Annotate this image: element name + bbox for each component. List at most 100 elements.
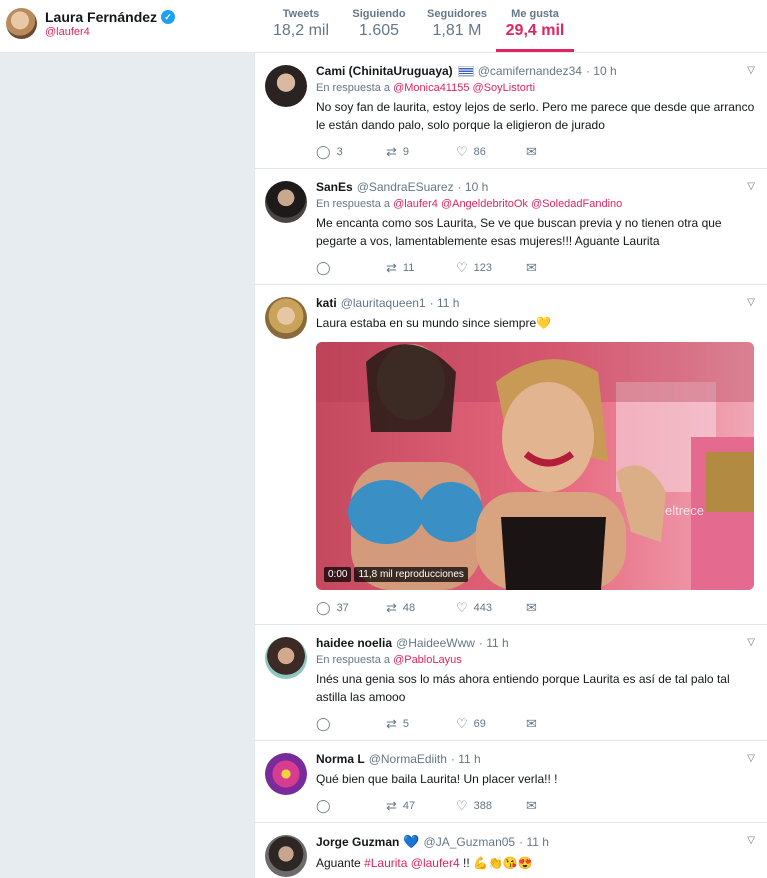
envelope-icon: ✉ xyxy=(526,144,537,159)
reply-button[interactable]: ◯ xyxy=(316,260,386,276)
hashtag-link[interactable]: #Laurita xyxy=(364,856,407,870)
tweet-item[interactable]: Cami (ChinitaUruguaya) @camifernandez34 … xyxy=(255,53,767,169)
avatar[interactable] xyxy=(265,637,307,679)
tweet-timestamp[interactable]: · 11 h xyxy=(479,636,509,650)
direct-message-button[interactable]: ✉ xyxy=(526,716,543,732)
avatar[interactable] xyxy=(265,181,307,223)
direct-message-button[interactable]: ✉ xyxy=(526,798,543,814)
tweet-item[interactable]: SanEs @SandraESuarez · 10 h ▽ En respues… xyxy=(255,169,767,285)
profile-handle: @laufer4 xyxy=(45,26,90,38)
tab-likes[interactable]: Me gusta 29,4 mil xyxy=(496,8,574,52)
tweet-author-handle[interactable]: @SandraESuarez xyxy=(357,180,454,194)
chevron-down-icon[interactable]: ▽ xyxy=(747,753,755,764)
retweet-button[interactable]: ⇄ 47 xyxy=(386,798,456,814)
retweet-button[interactable]: ⇄ 48 xyxy=(386,600,456,616)
tweet-author-name[interactable]: SanEs xyxy=(316,180,353,194)
tweet-item[interactable]: Norma L @NormaEdiith · 11 h ▽ Qué bien q… xyxy=(255,741,767,823)
chevron-down-icon[interactable]: ▽ xyxy=(747,181,755,192)
tweet-author-name[interactable]: Cami (ChinitaUruguaya) xyxy=(316,64,453,78)
direct-message-button[interactable]: ✉ xyxy=(526,600,543,616)
reply-button[interactable]: ◯ xyxy=(316,716,386,732)
chevron-down-icon[interactable]: ▽ xyxy=(747,637,755,648)
reply-button[interactable]: ◯ xyxy=(316,798,386,814)
video-timestamp: 0:00 xyxy=(324,567,352,582)
retweet-icon: ⇄ xyxy=(386,144,397,159)
chevron-down-icon[interactable]: ▽ xyxy=(747,297,755,308)
tweet-item[interactable]: haidee noelia @HaideeWww · 11 h ▽ En res… xyxy=(255,625,767,741)
reply-icon: ◯ xyxy=(316,798,331,813)
profile-name: Laura Fernández xyxy=(45,9,158,25)
tweet-author-name[interactable]: Norma L xyxy=(316,752,365,766)
tweet-text: Inés una genia sos lo más ahora entiendo… xyxy=(316,672,730,704)
tweet-actions: ◯ ⇄ 11 ♡ 123 ✉ xyxy=(316,260,755,276)
tweet-author-handle[interactable]: @camifernandez34 xyxy=(478,64,582,78)
avatar[interactable] xyxy=(265,297,307,339)
retweet-icon: ⇄ xyxy=(386,798,397,813)
mention-link[interactable]: @PabloLayus xyxy=(393,654,462,666)
tweet-timestamp[interactable]: · 10 h xyxy=(458,180,489,194)
tweet-author-name[interactable]: kati xyxy=(316,296,337,310)
tweet-text: Me encanta como sos Laurita, Se ve que b… xyxy=(316,216,722,248)
reply-icon: ◯ xyxy=(316,260,331,275)
avatar[interactable] xyxy=(265,65,307,107)
profile-header: Laura Fernández ✓ @laufer4 Tweets 18,2 m… xyxy=(0,0,767,53)
like-button[interactable]: ♡ 86 xyxy=(456,144,526,160)
like-button[interactable]: ♡ 69 xyxy=(456,716,526,732)
retweet-button[interactable]: ⇄ 11 xyxy=(386,260,456,276)
avatar[interactable] xyxy=(265,835,307,877)
tweet-author-name[interactable]: haidee noelia xyxy=(316,636,392,650)
mention-link[interactable]: @laufer4 xyxy=(393,198,438,210)
video-player[interactable]: eltrece 0:00 11,8 mil reproducciones xyxy=(316,342,754,590)
reply-button[interactable]: ◯ 3 xyxy=(316,144,386,160)
tweet-author-handle[interactable]: @HaideeWww xyxy=(396,636,475,650)
avatar[interactable] xyxy=(265,753,307,795)
video-info: 0:00 11,8 mil reproducciones xyxy=(324,567,471,582)
verified-badge-icon: ✓ xyxy=(161,10,176,24)
tweet-author-name[interactable]: Jorge Guzman xyxy=(316,835,399,849)
tweet-text: No soy fan de laurita, estoy lejos de se… xyxy=(316,100,755,132)
direct-message-button[interactable]: ✉ xyxy=(526,260,543,276)
retweet-button[interactable]: ⇄ 9 xyxy=(386,144,456,160)
tweet-timestamp[interactable]: · 11 h xyxy=(519,835,549,849)
like-button[interactable]: ♡ 123 xyxy=(456,260,526,276)
profile-stats: Tweets 18,2 mil Siguiendo 1.605 Seguidor… xyxy=(262,8,574,52)
like-button[interactable]: ♡ 388 xyxy=(456,798,526,814)
envelope-icon: ✉ xyxy=(526,798,537,813)
tweet-author-handle[interactable]: @lauritaqueen1 xyxy=(341,296,426,310)
envelope-icon: ✉ xyxy=(526,260,537,275)
blue-heart-icon: 💙 xyxy=(403,834,420,849)
tweet-author-handle[interactable]: @NormaEdiith xyxy=(369,752,447,766)
tweet-timestamp[interactable]: · 11 h xyxy=(451,752,481,766)
tab-followers[interactable]: Seguidores 1,81 M xyxy=(418,8,496,52)
avatar[interactable] xyxy=(6,8,37,39)
like-button[interactable]: ♡ 443 xyxy=(456,600,526,616)
tweet-item[interactable]: Jorge Guzman 💙 @JA_Guzman05 · 11 h ▽ Agu… xyxy=(255,823,767,878)
tab-tweets[interactable]: Tweets 18,2 mil xyxy=(262,8,340,52)
retweet-button[interactable]: ⇄ 5 xyxy=(386,716,456,732)
reply-button[interactable]: ◯ 37 xyxy=(316,600,386,616)
tweet-timeline[interactable]: Cami (ChinitaUruguaya) @camifernandez34 … xyxy=(254,53,767,878)
tweet-timestamp[interactable]: · 10 h xyxy=(586,64,617,78)
retweet-icon: ⇄ xyxy=(386,716,397,731)
profile-summary[interactable]: Laura Fernández ✓ @laufer4 xyxy=(6,8,176,39)
tab-following[interactable]: Siguiendo 1.605 xyxy=(340,8,418,52)
direct-message-button[interactable]: ✉ xyxy=(526,144,543,160)
tweet-text: Qué bien que baila Laurita! Un placer ve… xyxy=(316,772,558,786)
mention-link[interactable]: @SoyListorti xyxy=(473,82,536,94)
chevron-down-icon[interactable]: ▽ xyxy=(747,835,755,846)
reply-context: En respuesta a @PabloLayus xyxy=(316,654,462,666)
mention-link[interactable]: @SoledadFandino xyxy=(531,198,622,210)
reply-icon: ◯ xyxy=(316,144,331,159)
envelope-icon: ✉ xyxy=(526,600,537,615)
tweet-author-handle[interactable]: @JA_Guzman05 xyxy=(424,835,516,849)
tweet-timestamp[interactable]: · 11 h xyxy=(430,296,460,310)
heart-icon: ♡ xyxy=(456,144,468,159)
tweet-item[interactable]: kati @lauritaqueen1 · 11 h ▽ Laura estab… xyxy=(255,285,767,625)
mention-link[interactable]: @laufer4 xyxy=(411,856,460,870)
mention-link[interactable]: @Monica41155 xyxy=(393,82,469,94)
mention-link[interactable]: @AngeldebritoOk xyxy=(441,198,528,210)
tweet-text: Laura estaba en su mundo since siempre💛 xyxy=(316,316,552,330)
chevron-down-icon[interactable]: ▽ xyxy=(747,65,755,76)
reply-icon: ◯ xyxy=(316,600,331,615)
reply-context: En respuesta a @laufer4 @AngeldebritoOk … xyxy=(316,198,623,210)
